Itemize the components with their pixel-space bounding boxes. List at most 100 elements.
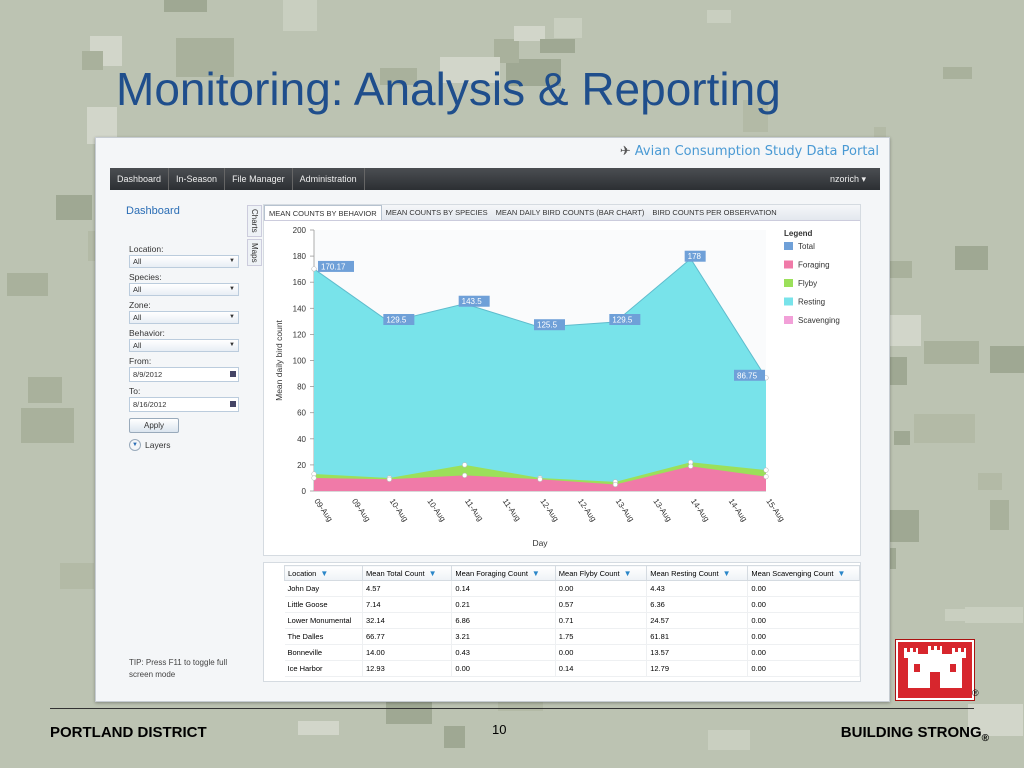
footer-right: BUILDING STRONG® [841,724,989,744]
footer-registered-mark: ® [981,733,989,744]
y-tick-label: 160 [293,278,307,287]
zone-select[interactable]: All ▼ [129,311,239,324]
tab-mean-counts-by-species[interactable]: MEAN COUNTS BY SPECIES [382,205,492,220]
dropdown-arrow-icon: ▼ [229,342,235,348]
table-row[interactable]: Ice Harbor 12.93 0.00 0.14 12.79 0.00 [284,660,860,677]
legend-label: Resting [798,298,825,307]
data-point [763,467,769,473]
apply-button[interactable]: Apply [129,418,179,433]
legend-label: Flyby [798,279,817,288]
nav-file-manager[interactable]: File Manager [225,168,293,190]
dropdown-arrow-icon: ▼ [229,286,235,292]
camo-patch [890,510,919,542]
column-header[interactable]: Mean Resting Count ▼ [646,565,749,581]
table-cell: 66.77 [362,628,453,645]
filter-icon[interactable]: ▼ [838,569,846,578]
table-cell: 0.00 [747,660,860,677]
column-header[interactable]: Mean Total Count ▼ [361,565,453,581]
chevron-down-icon: ▼ [129,439,141,451]
nav-in-season[interactable]: In-Season [169,168,226,190]
user-menu[interactable]: nzorich ▾ [830,174,880,185]
x-tick-label: 11-Aug [501,497,523,523]
table-cell: 0.00 [555,644,648,661]
calendar-icon[interactable] [230,401,236,407]
zone-value: All [133,313,142,322]
x-tick-label: 15-Aug [764,497,786,523]
filter-icon[interactable]: ▼ [532,569,540,578]
column-header-label: Mean Flyby Count [558,568,620,578]
airplane-icon: ✈ [619,144,631,159]
table-cell: John Day [284,580,363,597]
filter-icon[interactable]: ▼ [320,569,328,578]
column-header[interactable]: Mean Foraging Count ▼ [451,565,556,581]
filter-icon[interactable]: ▼ [624,569,632,578]
column-header-label: Mean Foraging Count [455,568,528,578]
legend-swatch [784,279,793,287]
tab-mean-counts-by-behavior[interactable]: MEAN COUNTS BY BEHAVIOR [264,205,382,220]
species-select[interactable]: All ▼ [129,283,239,296]
from-label: From: [129,356,152,366]
table-cell: 32.14 [362,612,453,629]
column-header[interactable]: Location ▼ [284,565,363,581]
table-cell: The Dalles [284,628,363,645]
table-row[interactable]: Bonneville 14.00 0.43 0.00 13.57 0.00 [284,644,860,661]
table-row[interactable]: Little Goose 7.14 0.21 0.57 6.36 0.00 [284,596,860,613]
user-name: nzorich [829,173,859,184]
table-cell: 0.00 [555,580,648,597]
tab-bird-counts-per-observation[interactable]: BIRD COUNTS PER OBSERVATION [648,205,780,220]
from-date-value: 8/9/2012 [133,370,163,379]
area-chart: 0 20 40 60 80 100 120 140 160 180 200 170.17 129.5 14… [274,226,840,548]
table-row[interactable]: Lower Monumental 32.14 6.86 0.71 24.57 0.00 [284,612,860,629]
nav-dashboard[interactable]: Dashboard [110,168,170,190]
camo-patch [955,246,988,270]
table-cell: 14.00 [362,644,453,661]
legend-title: Legend [784,229,813,238]
legend-label: Scavenging [798,316,840,325]
filter-icon[interactable]: ▼ [429,569,437,578]
legend-swatch [784,242,793,250]
table-cell: 0.14 [451,580,556,597]
location-value: All [133,257,142,266]
data-label: 129.5 [386,316,407,325]
from-date-field[interactable]: 8/9/2012 [129,367,239,382]
legend-label: Foraging [798,261,830,270]
table-cell: 0.14 [555,660,648,677]
table-cell: 0.00 [747,596,860,613]
nav-administration[interactable]: Administration [293,168,365,190]
table-cell: 0.57 [555,596,648,613]
table-row[interactable]: John Day 4.57 0.14 0.00 4.43 0.00 [284,580,860,597]
camo-patch [554,18,582,38]
data-label: 170.17 [321,262,346,271]
layers-label: Layers [145,440,171,450]
table-cell: Ice Harbor [284,660,363,677]
column-header[interactable]: Mean Scavenging Count ▼ [747,565,860,581]
filter-icon[interactable]: ▼ [723,569,731,578]
data-point [311,266,317,272]
tab-mean-daily-bird-counts[interactable]: MEAN DAILY BIRD COUNTS (BAR CHART) [492,205,649,220]
behavior-select[interactable]: All ▼ [129,339,239,352]
data-label: 143.5 [462,297,483,306]
table-row[interactable]: The Dalles 66.77 3.21 1.75 61.81 0.00 [284,628,860,645]
table-cell: Bonneville [284,644,363,661]
footer-left-text: PORTLAND DISTRICT [50,724,207,741]
to-date-field[interactable]: 8/16/2012 [129,397,239,412]
y-axis-title: Mean daily bird count [274,319,284,400]
data-label: 125.5 [537,321,558,330]
tab-maps[interactable]: Maps [247,238,262,267]
data-grid-panel: Location ▼ Mean Total Count ▼ Mean Foraging … [263,562,861,682]
y-tick-label: 200 [293,226,307,235]
table-cell: 0.43 [451,644,556,661]
table-cell: 6.36 [646,596,749,613]
y-tick-label: 0 [302,487,307,496]
location-select[interactable]: All ▼ [129,255,239,268]
table-cell: 0.00 [747,580,860,597]
dropdown-arrow-icon: ▼ [229,314,235,320]
calendar-icon[interactable] [230,371,236,377]
tab-charts[interactable]: Charts [247,205,262,237]
layers-toggle[interactable]: ▼ Layers [129,439,239,451]
camo-patch [943,67,972,79]
data-point [462,472,468,478]
tip-text: TIP: Press F11 to toggle full screen mod… [129,658,228,679]
column-header[interactable]: Mean Flyby Count ▼ [554,565,648,581]
column-header-label: Mean Resting Count [650,568,719,578]
